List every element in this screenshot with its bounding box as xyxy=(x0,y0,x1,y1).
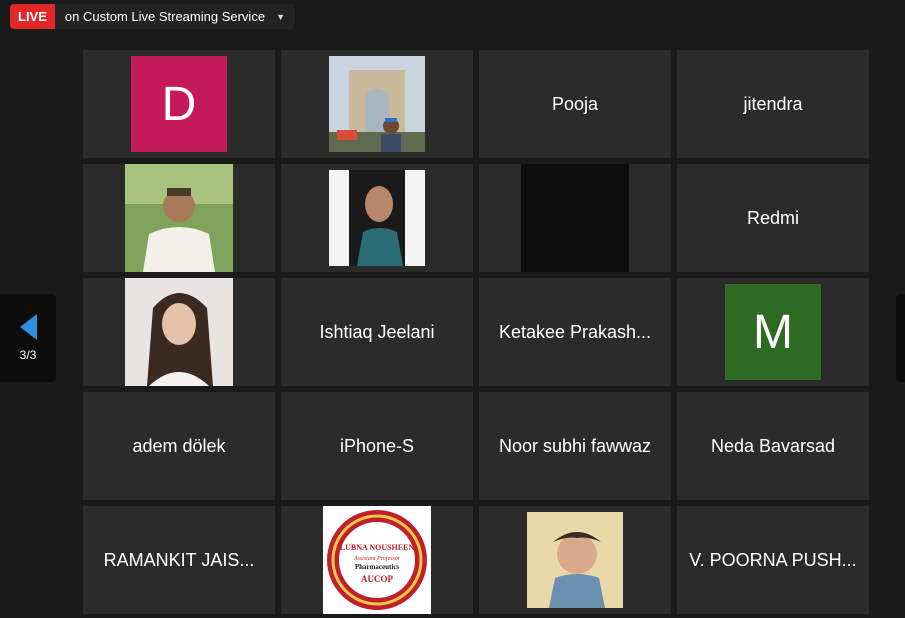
participant-tile[interactable]: Redmi xyxy=(677,164,869,272)
avatar: D xyxy=(131,56,227,152)
participant-tile[interactable]: LUBNA NOUSHEEN Assistant Professor Pharm… xyxy=(281,506,473,614)
participant-name: Redmi xyxy=(746,207,799,228)
participant-name: jitendra xyxy=(743,93,803,114)
participant-tile[interactable]: RAMANKIT JAIS... xyxy=(83,506,275,614)
participant-tile[interactable]: Noor subhi fawwaz xyxy=(479,392,671,500)
participant-tile[interactable]: jitendra xyxy=(677,50,869,158)
logo-text-org: AUCOP xyxy=(361,574,393,584)
participant-tile[interactable]: V. POORNA PUSH... xyxy=(677,506,869,614)
live-stream-label: on Custom Live Streaming Service xyxy=(64,9,266,24)
participant-name: V. POORNA PUSH... xyxy=(689,549,857,570)
participant-tile[interactable]: Ketakee Prakash... xyxy=(479,278,671,386)
avatar: M xyxy=(725,284,821,380)
participant-tile[interactable]: D xyxy=(83,50,275,158)
participant-name: Ishtiaq Jeelani xyxy=(319,321,435,342)
logo-text-name: LUBNA NOUSHEEN xyxy=(340,543,415,552)
participant-tile[interactable] xyxy=(83,278,275,386)
participant-tile[interactable] xyxy=(281,50,473,158)
participant-tile[interactable] xyxy=(479,506,671,614)
participant-photo xyxy=(125,278,233,386)
participant-grid: D Pooja jitendra Redmi Ishtiaq Jeelani K… xyxy=(83,50,869,614)
participant-name: RAMANKIT JAIS... xyxy=(103,549,255,570)
participant-tile[interactable]: Ishtiaq Jeelani xyxy=(281,278,473,386)
participant-name: adem dölek xyxy=(132,435,226,456)
live-badge: LIVE xyxy=(10,4,55,29)
logo-text-title: Assistant Professor xyxy=(353,555,401,562)
participant-name: Noor subhi fawwaz xyxy=(498,435,652,456)
page-indicator: 3/3 xyxy=(19,348,37,362)
participant-name: iPhone-S xyxy=(339,435,415,456)
participant-tile[interactable]: M xyxy=(677,278,869,386)
participant-photo xyxy=(329,170,425,266)
participant-tile[interactable] xyxy=(281,164,473,272)
logo-text-dept: Pharmaceutics xyxy=(355,563,400,571)
participant-tile[interactable] xyxy=(83,164,275,272)
participant-tile[interactable]: Pooja xyxy=(479,50,671,158)
participant-tile[interactable]: iPhone-S xyxy=(281,392,473,500)
arrow-left-icon xyxy=(19,314,37,340)
participant-name: Ketakee Prakash... xyxy=(498,321,652,342)
participant-tile[interactable] xyxy=(479,164,671,272)
participant-name: Neda Bavarsad xyxy=(710,435,836,456)
previous-page-button[interactable]: 3/3 xyxy=(0,294,56,382)
live-stream-bar[interactable]: LIVE on Custom Live Streaming Service ▼ xyxy=(10,4,295,29)
participant-photo xyxy=(527,512,623,608)
participant-tile[interactable]: adem dölek xyxy=(83,392,275,500)
participant-photo xyxy=(329,56,425,152)
participant-tile[interactable]: Neda Bavarsad xyxy=(677,392,869,500)
participant-name: Pooja xyxy=(551,93,599,114)
participant-photo xyxy=(125,164,233,272)
chevron-down-icon[interactable]: ▼ xyxy=(276,12,295,22)
next-page-handle[interactable] xyxy=(896,294,905,382)
participant-video-dark xyxy=(521,164,629,272)
participant-logo: LUBNA NOUSHEEN Assistant Professor Pharm… xyxy=(323,506,431,614)
